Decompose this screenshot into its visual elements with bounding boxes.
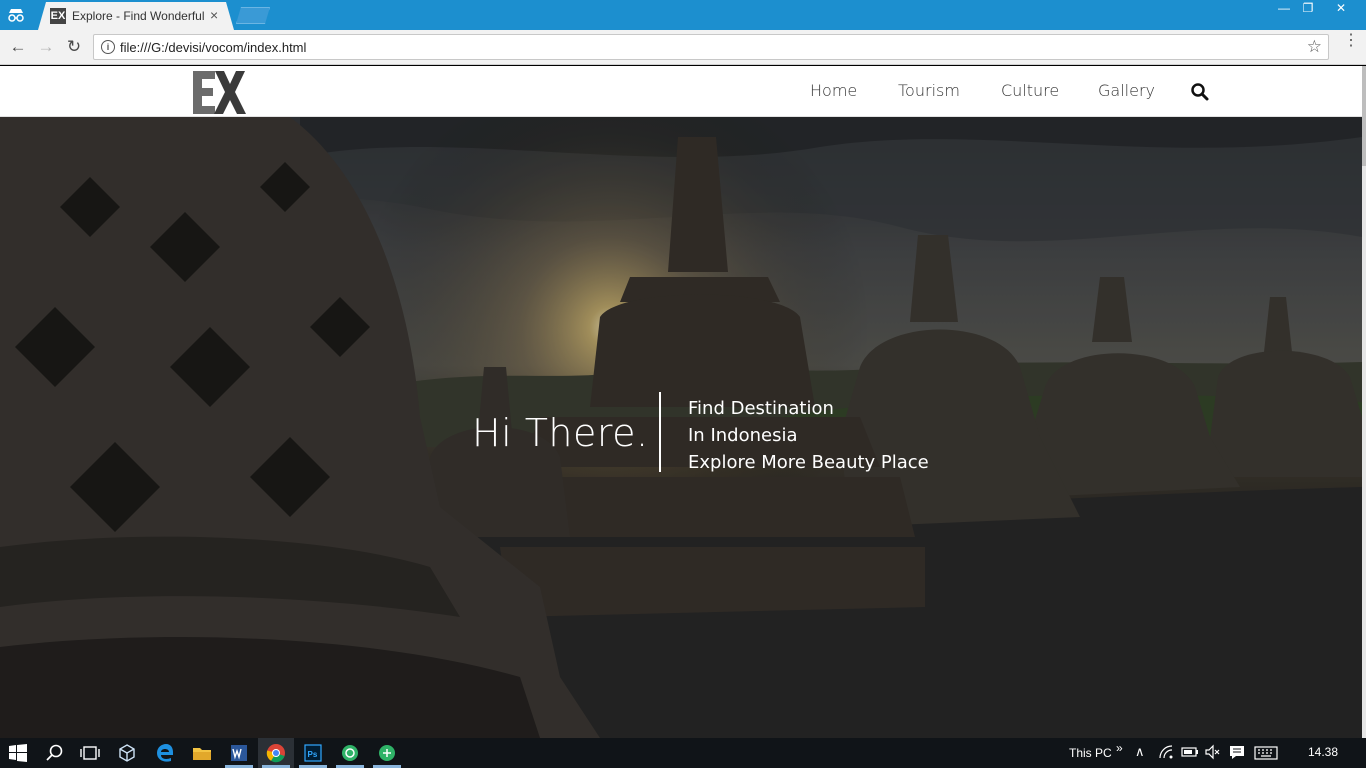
keyboard-icon[interactable] bbox=[1254, 746, 1278, 760]
hero-line-2: In Indonesia bbox=[688, 425, 798, 446]
chrome-icon[interactable] bbox=[266, 743, 286, 763]
app-green-2-icon[interactable] bbox=[377, 743, 397, 763]
hero-line-3: Explore More Beauty Place bbox=[688, 452, 929, 473]
volume-muted-icon[interactable] bbox=[1204, 744, 1220, 760]
tab-favicon-icon: EX bbox=[50, 8, 66, 24]
this-pc-toolbar[interactable]: This PC bbox=[1069, 746, 1112, 760]
back-button[interactable]: ← bbox=[8, 37, 28, 57]
tray-expand-icon[interactable]: ∧ bbox=[1135, 744, 1145, 760]
hero-tagline: Find Destination In Indonesia Explore Mo… bbox=[688, 395, 929, 476]
nav-gallery-link[interactable]: Gallery bbox=[1098, 81, 1155, 100]
hero-banner: Hi There. Find Destination In Indonesia … bbox=[0, 117, 1362, 738]
page-info-icon[interactable]: i bbox=[101, 40, 115, 54]
reload-button[interactable]: ↻ bbox=[64, 37, 84, 57]
hero-divider bbox=[659, 392, 661, 472]
site-navbar: EX Home Tourism Culture Gallery bbox=[0, 66, 1362, 117]
task-view-icon[interactable] bbox=[80, 743, 100, 763]
new-tab-button[interactable] bbox=[236, 7, 270, 24]
scrollbar-thumb[interactable] bbox=[1362, 66, 1366, 166]
bookmark-star-icon[interactable]: ☆ bbox=[1307, 37, 1322, 57]
nav-culture-link[interactable]: Culture bbox=[1001, 81, 1059, 100]
hero-greeting: Hi There. bbox=[472, 411, 649, 455]
tab-close-icon[interactable]: × bbox=[210, 8, 218, 22]
svg-text:Ps: Ps bbox=[308, 750, 318, 759]
edge-icon[interactable] bbox=[155, 743, 175, 763]
file-explorer-icon[interactable] bbox=[192, 743, 212, 763]
browser-toolbar: ← → ↻ i file:///G:/devisi/vocom/index.ht… bbox=[0, 30, 1366, 65]
start-icon[interactable] bbox=[8, 743, 28, 763]
site-logo[interactable]: EX bbox=[191, 69, 247, 115]
address-bar[interactable]: i file:///G:/devisi/vocom/index.html ☆ bbox=[93, 34, 1329, 60]
browser-tab[interactable]: EX Explore - Find Wonderful × bbox=[38, 2, 234, 30]
action-center-icon[interactable] bbox=[1229, 744, 1245, 760]
url-text[interactable]: file:///G:/devisi/vocom/index.html bbox=[120, 40, 306, 55]
hero-overlay bbox=[0, 117, 1362, 738]
tab-title: Explore - Find Wonderful bbox=[72, 9, 204, 23]
search-icon[interactable] bbox=[1190, 82, 1210, 102]
incognito-icon bbox=[8, 9, 24, 22]
nav-tourism-link[interactable]: Tourism bbox=[898, 81, 960, 100]
windows-taskbar: Ps This PC » ∧ 14.38 bbox=[0, 738, 1366, 768]
browser-menu-icon[interactable]: ⋮ bbox=[1343, 33, 1359, 49]
hero-line-1: Find Destination bbox=[688, 398, 834, 419]
nav-home-link[interactable]: Home bbox=[810, 81, 857, 100]
forward-button[interactable]: → bbox=[36, 37, 56, 57]
toolbar-expand-icon[interactable]: » bbox=[1116, 741, 1123, 755]
taskbar-clock[interactable]: 14.38 bbox=[1308, 745, 1338, 759]
browser-titlebar: EX Explore - Find Wonderful × — ❐ ✕ bbox=[0, 0, 1366, 30]
web-page: EX Home Tourism Culture Gallery bbox=[0, 66, 1362, 738]
close-window-button[interactable]: ✕ bbox=[1326, 0, 1356, 18]
3d-box-icon[interactable] bbox=[117, 743, 137, 763]
app-green-icon[interactable] bbox=[340, 743, 360, 763]
maximize-button[interactable]: ❐ bbox=[1294, 0, 1322, 18]
word-icon[interactable] bbox=[229, 743, 249, 763]
battery-icon[interactable] bbox=[1181, 745, 1199, 759]
search-icon[interactable] bbox=[45, 743, 65, 763]
page-scrollbar[interactable] bbox=[1362, 66, 1366, 738]
photoshop-icon[interactable]: Ps bbox=[303, 743, 323, 763]
wifi-icon[interactable] bbox=[1158, 744, 1174, 760]
